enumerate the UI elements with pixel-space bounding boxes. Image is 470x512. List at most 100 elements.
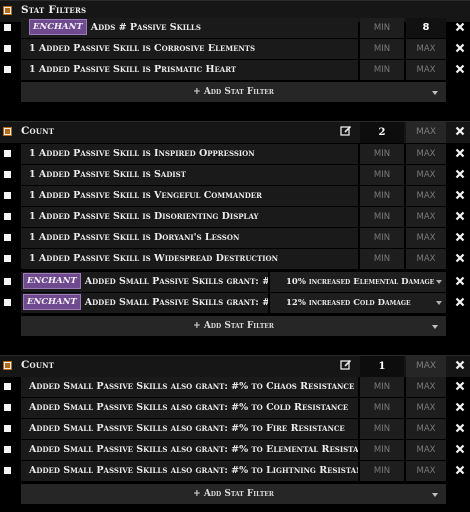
stat-filter-label[interactable]: 1 Added Passive Skill is Disorienting Di… [21,207,358,227]
edit-icon[interactable] [340,359,352,371]
remove-close-icon[interactable] [455,148,465,158]
min-input[interactable]: MIN [360,461,404,481]
remove-close-icon[interactable] [455,297,465,307]
stat-filter-label[interactable]: Added Small Passive Skills also grant: #… [21,440,358,460]
min-input[interactable]: MIN [360,186,404,206]
group-toggle-checkbox-icon[interactable] [3,127,12,136]
add-stat-filter-button[interactable]: + Add Stat Filter [21,484,446,504]
stat-filter-label[interactable]: 1 Added Passive Skill is Vengeful Comman… [21,186,358,206]
stat-filter-label[interactable]: Added Small Passive Skills also grant: #… [21,377,358,397]
add-stat-filter-button[interactable]: + Add Stat Filter [21,82,446,102]
remove-close-icon[interactable] [455,211,465,221]
max-input[interactable]: MAX [406,144,446,164]
min-input[interactable]: MIN [360,228,404,248]
stat-filter-label[interactable]: 1 Added Passive Skill is Corrosive Eleme… [21,39,358,59]
min-input[interactable]: MIN [360,398,404,418]
stat-filter-row: Added Small Passive Skills also grant: #… [0,440,470,460]
max-input[interactable]: MAX [406,165,446,185]
count-min-input[interactable]: 1 [360,356,404,377]
add-stat-filter-button[interactable]: + Add Stat Filter [21,316,446,336]
remove-close-icon[interactable] [455,64,465,74]
count-min-input[interactable]: 2 [360,122,404,143]
stat-filter-label[interactable]: ENCHANT Added Small Passive Skills grant:… [21,293,268,313]
stat-filter-row: 1 Added Passive Skill is Doryani's Lesso… [0,228,470,248]
stat-filter-label[interactable]: 1 Added Passive Skill is Sadist [21,165,358,185]
max-input[interactable]: MAX [406,461,446,481]
row-checkbox-icon[interactable] [4,213,11,220]
stat-filter-label[interactable]: ENCHANT Added Small Passive Skills grant:… [21,272,268,292]
stat-filter-label[interactable]: 1 Added Passive Skill is Doryani's Lesso… [21,228,358,248]
remove-close-icon[interactable] [455,253,465,263]
row-checkbox-icon[interactable] [4,255,11,262]
remove-close-icon[interactable] [455,381,465,391]
max-input[interactable]: MAX [406,39,446,59]
max-input[interactable]: MAX [406,186,446,206]
remove-group-close-icon[interactable] [455,126,465,136]
stat-filter-label[interactable]: Added Small Passive Skills also grant: #… [21,398,358,418]
max-input[interactable]: MAX [406,377,446,397]
row-checkbox-icon[interactable] [4,45,11,52]
remove-close-icon[interactable] [455,43,465,53]
max-input[interactable]: MAX [406,228,446,248]
row-checkbox-icon[interactable] [4,150,11,157]
min-input[interactable]: MIN [360,207,404,227]
min-input[interactable]: MIN [360,419,404,439]
remove-close-icon[interactable] [455,402,465,412]
stat-filter-label[interactable]: 1 Added Passive Skill is Widespread Dest… [21,249,358,269]
row-checkbox-icon[interactable] [4,446,11,453]
stat-filter-row: Added Small Passive Skills also grant: #… [0,419,470,439]
max-input[interactable]: MAX [406,60,446,80]
group-toggle-checkbox-icon[interactable] [3,361,12,370]
stat-filter-label[interactable]: 1 Added Passive Skill is Prismatic Heart [21,60,358,80]
stat-filter-row: 1 Added Passive Skill is Disorienting Di… [0,207,470,227]
chevron-down-icon [432,493,438,497]
count-max-input[interactable]: MAX [406,122,446,143]
remove-close-icon[interactable] [455,444,465,454]
remove-close-icon[interactable] [455,232,465,242]
option-select[interactable]: 10% increased Elemental Damage [270,272,446,292]
min-input[interactable]: MIN [360,18,404,38]
max-input[interactable]: 8 [406,18,446,38]
remove-close-icon[interactable] [455,276,465,286]
row-checkbox-icon[interactable] [4,66,11,73]
count-max-input[interactable]: MAX [406,356,446,377]
remove-close-icon[interactable] [455,169,465,179]
row-checkbox-icon[interactable] [4,404,11,411]
min-input[interactable]: MIN [360,249,404,269]
group-toggle-checkbox-icon[interactable] [3,6,12,15]
row-checkbox-icon[interactable] [4,24,11,31]
row-checkbox-icon[interactable] [4,299,11,306]
min-input[interactable]: MIN [360,440,404,460]
row-checkbox-icon[interactable] [4,278,11,285]
max-input[interactable]: MAX [406,419,446,439]
remove-close-icon[interactable] [455,22,465,32]
min-input[interactable]: MIN [360,60,404,80]
row-checkbox-icon[interactable] [4,234,11,241]
max-input[interactable]: MAX [406,440,446,460]
enchant-badge: ENCHANT [23,293,81,310]
remove-close-icon[interactable] [455,190,465,200]
min-input[interactable]: MIN [360,39,404,59]
max-input[interactable]: MAX [406,249,446,269]
row-checkbox-icon[interactable] [4,383,11,390]
row-checkbox-icon[interactable] [4,171,11,178]
stat-filter-label[interactable]: 1 Added Passive Skill is Inspired Oppres… [21,144,358,164]
option-select[interactable]: 12% increased Cold Damage [270,293,446,313]
max-input[interactable]: MAX [406,207,446,227]
stat-filter-label[interactable]: Added Small Passive Skills also grant: #… [21,461,358,481]
max-input[interactable]: MAX [406,398,446,418]
min-input[interactable]: MIN [360,144,404,164]
stat-filter-label[interactable]: Added Small Passive Skills also grant: #… [21,419,358,439]
min-input[interactable]: MIN [360,165,404,185]
stat-filter-row: Added Small Passive Skills also grant: #… [0,377,470,397]
row-checkbox-icon[interactable] [4,192,11,199]
remove-close-icon[interactable] [455,423,465,433]
row-checkbox-icon[interactable] [4,467,11,474]
min-input[interactable]: MIN [360,377,404,397]
edit-icon[interactable] [340,125,352,137]
remove-group-close-icon[interactable] [455,360,465,370]
row-checkbox-icon[interactable] [4,425,11,432]
stat-filter-label[interactable]: ENCHANT Adds # Passive Skills [21,18,358,38]
group-title: Stat Filters [21,4,87,16]
remove-close-icon[interactable] [455,465,465,475]
